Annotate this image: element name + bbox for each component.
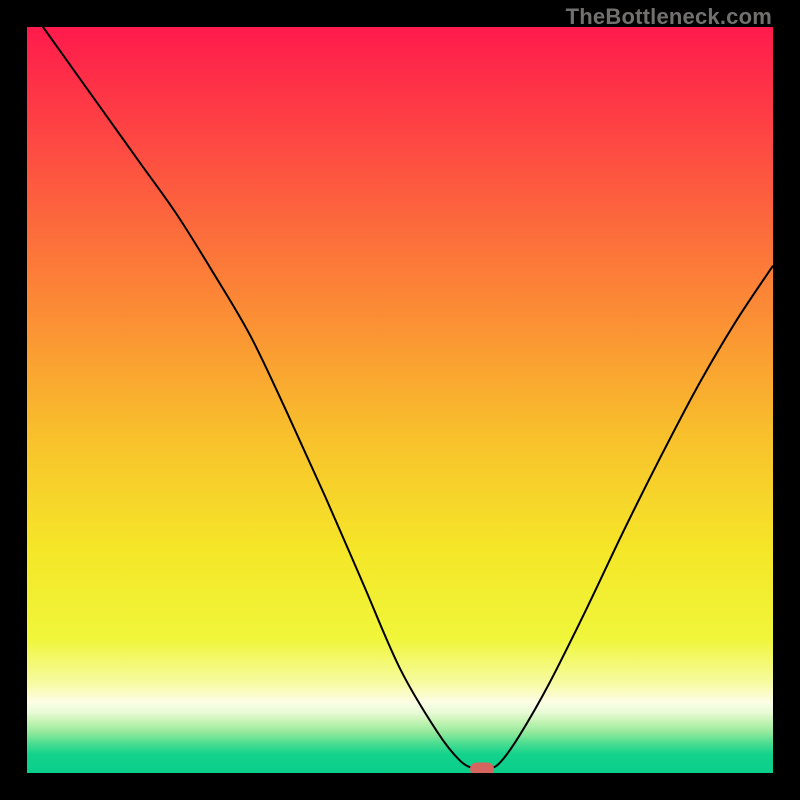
chart-frame: TheBottleneck.com — [0, 0, 800, 800]
optimal-point-marker — [470, 762, 494, 773]
bottleneck-curve — [27, 27, 773, 773]
plot-area — [27, 27, 773, 773]
attribution-label: TheBottleneck.com — [566, 4, 772, 30]
